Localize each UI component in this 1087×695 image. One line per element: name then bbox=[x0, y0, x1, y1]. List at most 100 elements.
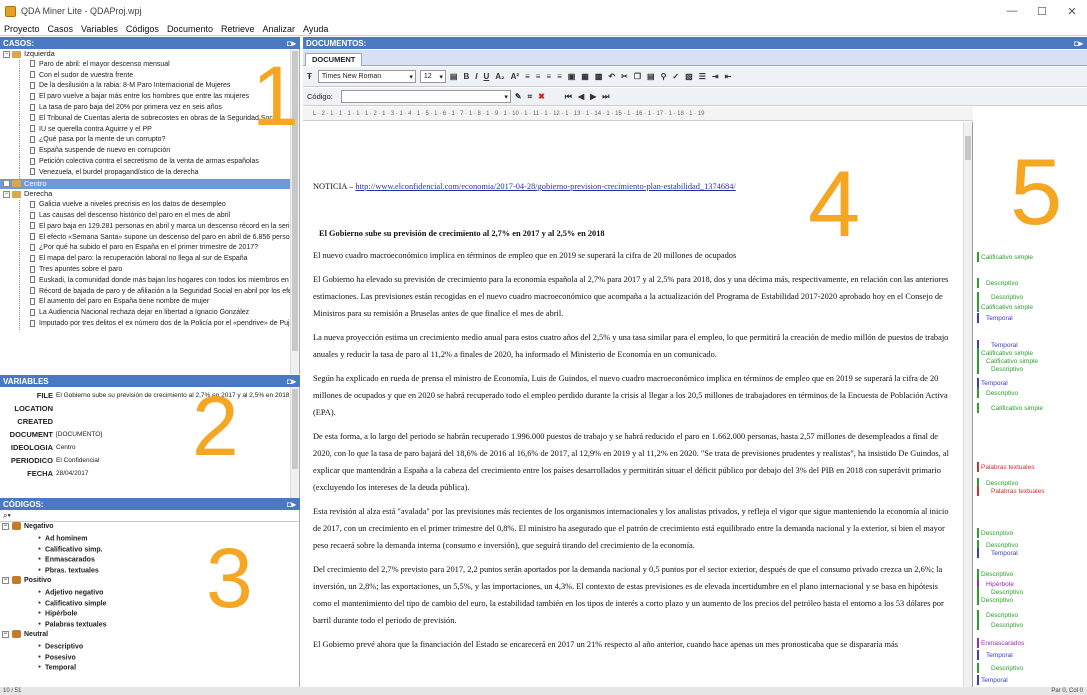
casos-item[interactable]: El mapa del paro: la recuperación labora… bbox=[0, 254, 299, 265]
indent-icon[interactable]: ⇥ bbox=[712, 72, 719, 81]
cut-icon[interactable]: ✂ bbox=[621, 72, 628, 81]
code-item[interactable]: Adjetivo negativo bbox=[0, 587, 299, 598]
code-bracket[interactable] bbox=[977, 313, 979, 323]
code-bracket[interactable] bbox=[977, 675, 979, 685]
code-item[interactable]: Palabras textuales bbox=[0, 619, 299, 630]
next-icon[interactable]: ▶ bbox=[590, 92, 596, 101]
margin-code-label[interactable]: Temporal bbox=[981, 677, 1008, 684]
margin-code-label[interactable]: Descriptivo bbox=[986, 480, 1018, 487]
margin-code-label[interactable]: Descriptivo bbox=[991, 622, 1023, 629]
menu-ayuda[interactable]: Ayuda bbox=[303, 24, 328, 34]
menu-codigos[interactable]: Códigos bbox=[126, 24, 159, 34]
casos-item[interactable]: La tasa de paro baja del 20% por primera… bbox=[0, 102, 299, 114]
code-category[interactable]: − Negativo bbox=[0, 522, 299, 533]
margin-code-label[interactable]: Calificativo simple bbox=[981, 350, 1033, 357]
casos-item[interactable]: Petición colectiva contra el secretismo … bbox=[0, 156, 299, 168]
variable-row[interactable]: FECHA 28/04/2017 bbox=[0, 467, 299, 480]
code-bracket[interactable] bbox=[977, 620, 979, 630]
margin-code-label[interactable]: Descriptivo bbox=[991, 665, 1023, 672]
code-bracket[interactable] bbox=[977, 388, 979, 398]
variables-scrollbar[interactable] bbox=[290, 387, 299, 498]
notice-link[interactable]: http://www.elconfidencial.com/economia/2… bbox=[355, 182, 735, 191]
margin-code-label[interactable]: Calificativo simple bbox=[986, 358, 1038, 365]
codigos-tree[interactable]: ⌕▾ −NegativoAd hominemCalificativo simp.… bbox=[0, 510, 300, 687]
menu-proyecto[interactable]: Proyecto bbox=[4, 24, 40, 34]
casos-item[interactable]: Galicia vuelve a niveles precrisis en lo… bbox=[0, 200, 299, 211]
casos-item[interactable]: El paro vuelve a bajar más entre los hom… bbox=[0, 92, 299, 103]
menu-documento[interactable]: Documento bbox=[167, 24, 213, 34]
code-item[interactable]: Enmascarados bbox=[0, 554, 299, 565]
casos-item[interactable]: Euskadi, la comunidad donde más bajan lo… bbox=[0, 275, 299, 287]
menu-variables[interactable]: Variables bbox=[81, 24, 118, 34]
margin-code-label[interactable]: Enmascarados bbox=[981, 640, 1024, 647]
casos-group[interactable]: + Centro bbox=[0, 178, 299, 190]
expand-icon[interactable]: − bbox=[3, 190, 10, 198]
find-icon[interactable]: ⚲ bbox=[661, 72, 667, 81]
close-icon[interactable]: ✕ bbox=[1057, 0, 1087, 22]
casos-item[interactable]: El paro baja en 129.281 personas en abri… bbox=[0, 221, 299, 233]
code-tag-icon[interactable]: ⌗ bbox=[528, 92, 533, 102]
apply-code-icon[interactable]: ✎ bbox=[515, 92, 522, 101]
margin-code-label[interactable]: Temporal bbox=[981, 380, 1008, 387]
panel-pin-icon[interactable]: ◘▸ bbox=[287, 377, 296, 386]
codigos-search-input[interactable]: ⌕▾ bbox=[0, 510, 299, 522]
align-left-icon[interactable]: ≡ bbox=[525, 72, 530, 81]
expand-icon[interactable]: − bbox=[2, 522, 9, 530]
maximize-icon[interactable]: ☐ bbox=[1027, 0, 1057, 22]
margin-code-label[interactable]: Descriptivo bbox=[991, 589, 1023, 596]
margin-code-label[interactable]: Descriptivo bbox=[981, 597, 1013, 604]
paste-icon[interactable]: ▤ bbox=[647, 72, 655, 81]
variable-row[interactable]: PERIODICO El Confidencial bbox=[0, 454, 299, 467]
expand-icon[interactable]: − bbox=[3, 50, 10, 58]
variable-row[interactable]: IDEOLOGIA Centro bbox=[0, 441, 299, 454]
subscript-button[interactable]: A₂ bbox=[495, 72, 504, 81]
margin-code-label[interactable]: Descriptivo bbox=[986, 390, 1018, 397]
code-bracket[interactable] bbox=[977, 595, 979, 605]
code-bracket[interactable] bbox=[977, 638, 979, 648]
code-item[interactable]: Calificativo simple bbox=[0, 598, 299, 609]
casos-item[interactable]: ¿Por qué ha subido el paro en España en … bbox=[0, 243, 299, 255]
print-icon[interactable]: ▩ bbox=[595, 72, 603, 81]
casos-item[interactable]: El Tribunal de Cuentas alerta de sobreco… bbox=[0, 113, 299, 125]
document-editor[interactable]: NOTICIA – http://www.elconfidencial.com/… bbox=[303, 122, 973, 687]
code-bracket[interactable] bbox=[977, 569, 979, 579]
code-bracket[interactable] bbox=[977, 486, 979, 496]
code-item[interactable]: Temporal bbox=[0, 662, 299, 673]
casos-group[interactable]: − Izquierda bbox=[0, 49, 299, 60]
margin-code-label[interactable]: Descriptivo bbox=[986, 612, 1018, 619]
margin-code-label[interactable]: Hipérbole bbox=[986, 581, 1014, 588]
code-category[interactable]: − Neutral bbox=[0, 630, 299, 641]
margin-code-label[interactable]: Temporal bbox=[986, 315, 1013, 322]
margin-code-label[interactable]: Calificativo simple bbox=[991, 405, 1043, 412]
panel-pin-icon[interactable]: ◘▸ bbox=[1074, 39, 1083, 48]
code-bracket[interactable] bbox=[977, 252, 979, 262]
copy-icon[interactable]: ❐ bbox=[634, 72, 641, 81]
code-bracket[interactable] bbox=[977, 403, 979, 413]
code-bracket[interactable] bbox=[977, 364, 979, 374]
document-scrollbar[interactable] bbox=[963, 122, 972, 687]
remove-code-icon[interactable]: ✖ bbox=[538, 92, 545, 101]
margin-code-label[interactable]: Temporal bbox=[991, 550, 1018, 557]
code-item[interactable]: Posesivo bbox=[0, 652, 299, 663]
margin-code-label[interactable]: Calificativo simple bbox=[981, 254, 1033, 261]
casos-scrollbar[interactable] bbox=[290, 49, 299, 374]
code-item[interactable]: Descriptivo bbox=[0, 641, 299, 652]
casos-item[interactable]: España suspende de nuevo en corrupción bbox=[0, 146, 299, 157]
margin-code-label[interactable]: Temporal bbox=[991, 342, 1018, 349]
open-icon[interactable]: ▣ bbox=[568, 72, 576, 81]
casos-item[interactable]: La Audiencia Nacional rechaza dejar en l… bbox=[0, 308, 299, 319]
casos-item[interactable]: ¿Qué pasa por la mente de un corrupto? bbox=[0, 135, 299, 147]
italic-button[interactable]: I bbox=[475, 72, 477, 81]
margin-code-label[interactable]: Temporal bbox=[986, 652, 1013, 659]
code-bracket[interactable] bbox=[977, 292, 979, 302]
menu-analizar[interactable]: Analizar bbox=[262, 24, 295, 34]
expand-icon[interactable]: + bbox=[3, 180, 10, 188]
paragraph-icon[interactable]: ▤ bbox=[450, 72, 458, 81]
save-icon[interactable]: ▦ bbox=[581, 72, 589, 81]
minimize-icon[interactable]: — bbox=[997, 0, 1027, 22]
code-bracket[interactable] bbox=[977, 528, 979, 538]
prev-icon[interactable]: ◀ bbox=[578, 92, 584, 101]
panel-pin-icon[interactable]: ◘▸ bbox=[287, 500, 296, 509]
undo-icon[interactable]: ↶ bbox=[608, 72, 615, 81]
margin-code-label[interactable]: Descriptivo bbox=[986, 280, 1018, 287]
